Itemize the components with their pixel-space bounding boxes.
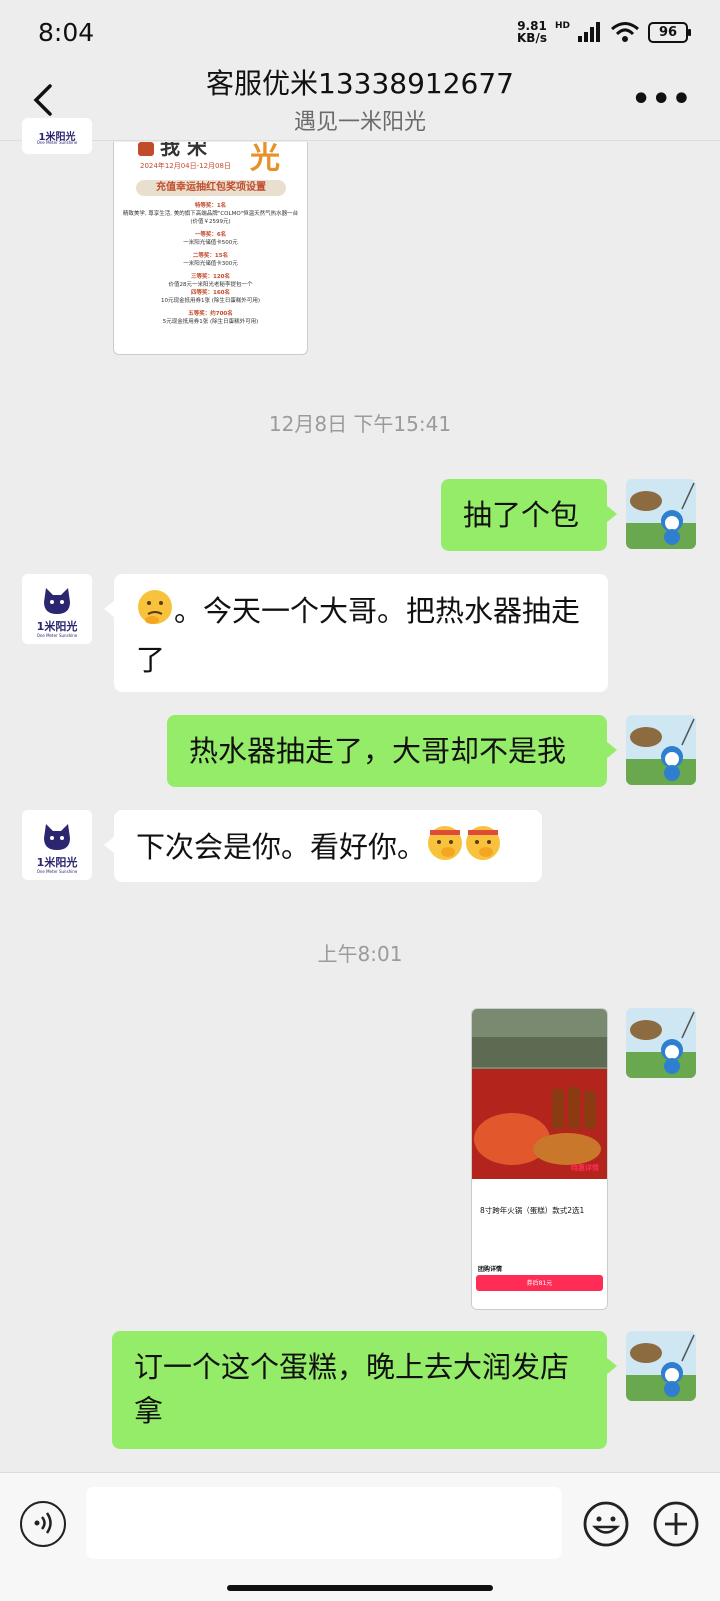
status-bar: 8:04 9.81 KB/s HD 96 [0, 0, 720, 66]
signal-icon [578, 22, 600, 42]
hd-badge: HD [554, 21, 570, 31]
received-message[interactable]: 。今天一个大哥。把热水器抽走了 [104, 574, 608, 692]
chat-subtitle: 遇见一米阳光 [293, 110, 426, 135]
poster-prize-list: 特等奖：1名 精致美学, 尊享生活, 美的旗下高端品牌"COLMO"恒温天然气热… [122, 202, 299, 326]
voice-input-button[interactable] [20, 1501, 66, 1547]
network-speed: 9.81 KB/s [517, 19, 547, 45]
shot-product-title: 8寸跨年火锅（蛋糕）款式2选1 [480, 1206, 585, 1215]
doraemon-fishing-icon [626, 479, 696, 549]
salute-face-icon [464, 824, 502, 874]
sent-message[interactable]: 热水器抽走了，大哥却不是我 [167, 715, 617, 787]
status-icons: 9.81 KB/s HD 96 [517, 19, 691, 45]
received-message[interactable]: 下次会是你。看好你。 [104, 810, 542, 882]
timestamp: 上午8:01 [317, 942, 403, 966]
svg-text:我 宋: 我 宋 [160, 142, 207, 159]
contact-avatar[interactable]: 1米阳光 One Meter Sunshine [22, 118, 92, 154]
prize-tier: 特等奖：1名 [194, 203, 227, 209]
battery-icon: 96 [648, 21, 691, 43]
add-more-icon[interactable] [652, 1500, 700, 1548]
user-avatar[interactable] [626, 715, 696, 785]
prize-desc: 一米阳光储值卡500元 [183, 240, 238, 246]
sent-message[interactable]: 订一个这个蛋糕，晚上去大润发店拿 [112, 1331, 617, 1449]
emoji-button-icon[interactable] [582, 1500, 630, 1548]
poster-banner: 充值幸运抽红包奖项设置 [136, 180, 286, 196]
prize-desc: 一米阳光储值卡300元 [183, 261, 238, 267]
wifi-icon [611, 22, 639, 42]
contact-avatar[interactable]: 1米阳光 One Meter Sunshine [22, 574, 92, 644]
prize-tier: 二等奖：15名 [192, 253, 229, 259]
thinking-face-icon [136, 588, 174, 638]
prize-tier: 五等奖：约700名 [188, 311, 233, 317]
home-indicator [227, 1585, 493, 1591]
prize-tier: 四等奖：160名 [191, 290, 230, 296]
shot-promo: 特惠详情 [571, 1164, 599, 1172]
message-input[interactable] [86, 1487, 562, 1559]
header-divider [0, 140, 720, 141]
user-avatar[interactable] [626, 479, 696, 549]
shot-price: 券后81元 [526, 1280, 553, 1287]
prize-desc: 精致美学, 尊享生活, 美的旗下高端品牌"COLMO"恒温天然气热水器一台 (价… [122, 211, 299, 225]
contact-avatar[interactable]: 1米阳光 One Meter Sunshine [22, 810, 92, 880]
chat-header: 客服优米13338912677 遇见一米阳光 ••• [0, 58, 720, 142]
user-avatar[interactable] [626, 1331, 696, 1401]
sent-message[interactable]: 抽了个包 [441, 479, 617, 551]
doraemon-fishing-icon [626, 1008, 696, 1078]
chat-title: 客服优米13338912677 [206, 67, 514, 100]
more-options-icon[interactable]: ••• [631, 85, 692, 115]
prize-desc: 5元现金抵用券1张 (除生日蛋糕外可用) [162, 319, 259, 325]
doraemon-fishing-icon [626, 715, 696, 785]
prize-tier: 一等奖：6名 [194, 232, 227, 238]
timestamp: 12月8日 下午15:41 [268, 412, 452, 436]
screenshot-image-message[interactable]: 特惠详情 8寸跨年火锅（蛋糕）款式2选1 团购详情 券后81元 [471, 1008, 608, 1310]
shot-section: 团购详情 [478, 1266, 503, 1273]
svg-text:光: 光 [250, 142, 280, 176]
user-avatar[interactable] [626, 1008, 696, 1078]
prize-desc: 10元现金抵用券1张 (除生日蛋糕外可用) [160, 298, 261, 304]
input-bar [0, 1472, 720, 1601]
poster-image-message[interactable]: 我 宋 光 2024年12月04日-12月08日 充值幸运抽红包奖项设置 特等奖… [113, 142, 308, 355]
voice-icon [34, 1512, 52, 1534]
prize-desc: 价值28元一米阳光老秘李提包一个 [168, 282, 253, 288]
status-time: 8:04 [38, 18, 95, 47]
doraemon-fishing-icon [626, 1331, 696, 1401]
poster-date: 2024年12月04日-12月08日 [140, 162, 231, 170]
salute-face-icon [426, 824, 464, 874]
prize-tier: 三等奖：120名 [191, 274, 230, 280]
